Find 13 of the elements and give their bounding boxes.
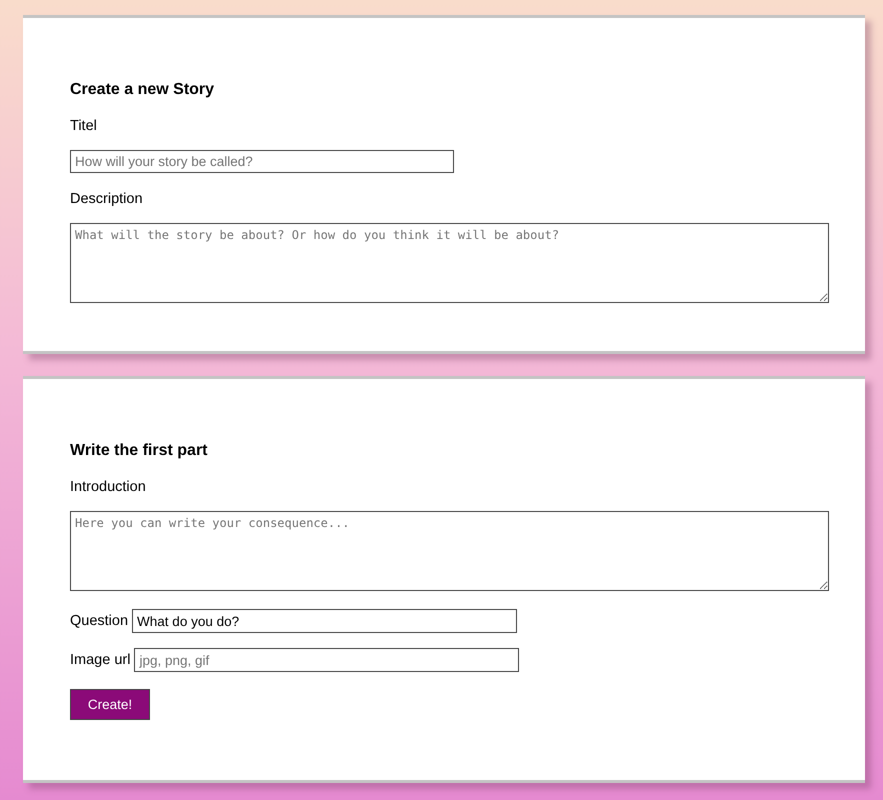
field-label: Introduction — [70, 478, 147, 496]
input-field[interactable]: What do you do? — [132, 609, 518, 633]
text-area[interactable]: What will the story be about? Or how do you think it will be about? — [70, 223, 829, 303]
text-area[interactable]: Here you can write your consequence... — [70, 511, 829, 591]
create-button[interactable]: Create! — [70, 689, 150, 720]
field-label: Image url — [70, 651, 130, 669]
title-field[interactable]: How will your story be called? — [70, 150, 454, 173]
field-label: Titel — [70, 117, 98, 135]
input-field[interactable]: jpg, png, gif — [134, 648, 520, 672]
field-label: Description — [70, 190, 144, 208]
field-label: Question — [70, 612, 128, 630]
section-heading: Create a new Story — [70, 80, 216, 100]
section-heading: Write the first part — [70, 441, 208, 461]
